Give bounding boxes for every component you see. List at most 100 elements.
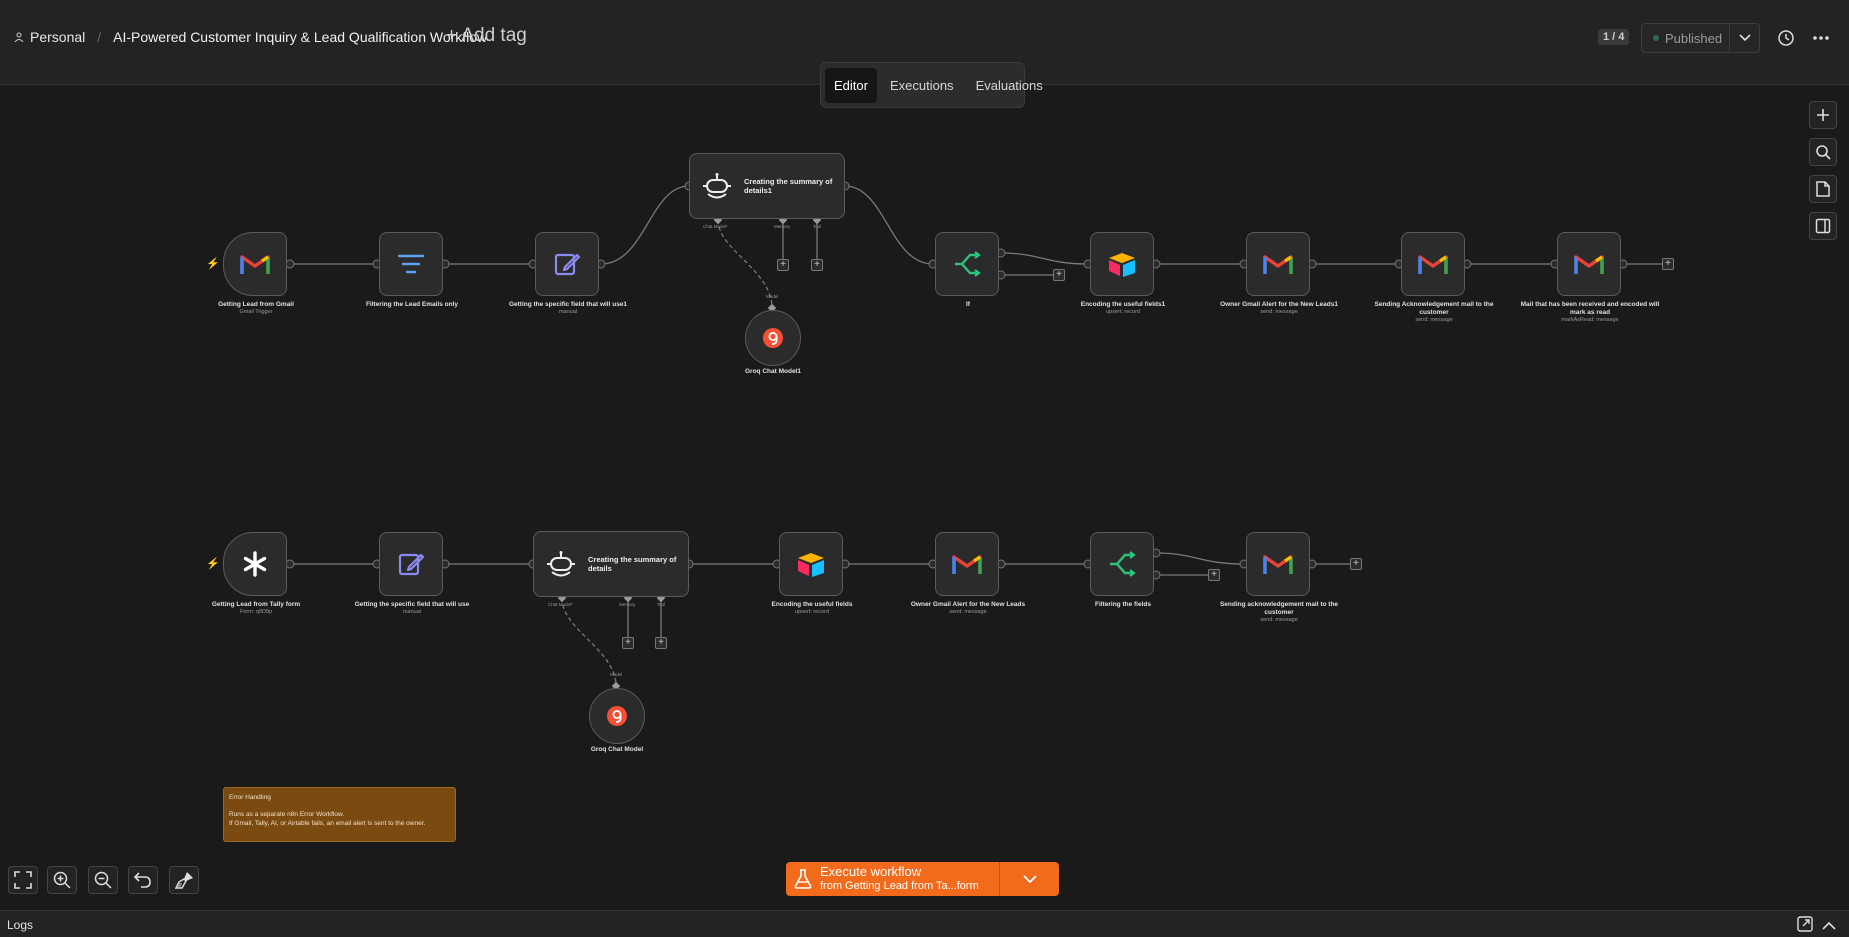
groq-icon bbox=[763, 328, 783, 348]
trigger-bolt-icon: ⚡ bbox=[206, 258, 220, 270]
gmail-icon bbox=[1574, 255, 1604, 274]
add-tool-button[interactable]: + bbox=[811, 259, 823, 271]
airtable-icon bbox=[1109, 253, 1135, 277]
node-label: Sending Acknowledgement mail to the cust… bbox=[1374, 301, 1494, 324]
gmail-icon bbox=[1263, 555, 1293, 574]
add-memory-button[interactable]: + bbox=[777, 259, 789, 271]
execute-options-dropdown[interactable] bbox=[999, 862, 1059, 896]
node-set-fields[interactable] bbox=[379, 532, 443, 596]
add-node-end-row2[interactable]: + bbox=[1350, 558, 1362, 570]
add-memory-button[interactable]: + bbox=[622, 637, 634, 649]
node-gmail-trigger[interactable] bbox=[223, 232, 287, 296]
node-label: Groq Chat Model bbox=[590, 746, 644, 753]
logs-label[interactable]: Logs bbox=[7, 918, 33, 932]
node-label: Getting Lead from Tally form Form: q9D9p bbox=[211, 601, 301, 616]
port-label-model: Model bbox=[766, 294, 779, 299]
undo-button[interactable] bbox=[128, 866, 158, 894]
tidy-up-button[interactable] bbox=[169, 866, 199, 894]
node-gmail-owner-alert-1[interactable] bbox=[1246, 232, 1310, 296]
node-label: Sending acknowledgement mail to the cust… bbox=[1219, 601, 1339, 624]
robot-icon bbox=[703, 173, 731, 199]
node-groq-chat-model[interactable] bbox=[589, 688, 645, 744]
add-node-end-row1[interactable]: + bbox=[1662, 258, 1674, 270]
port-label-memory: Memory bbox=[619, 602, 636, 607]
execute-label: Execute workflow bbox=[820, 864, 922, 880]
undo-icon bbox=[134, 872, 151, 888]
branch-icon bbox=[955, 251, 981, 277]
edit-icon bbox=[554, 253, 581, 276]
node-gmail-ack[interactable] bbox=[1246, 532, 1310, 596]
agent-title: Creating the summary of details1 bbox=[744, 177, 833, 195]
node-ai-agent[interactable]: Creating the summary of details bbox=[533, 531, 689, 597]
node-label: Getting Lead from Gmail Gmail Trigger bbox=[218, 301, 294, 316]
node-label: Encoding the useful fields1 upsert: recor… bbox=[1080, 301, 1166, 316]
node-label: Getting the specific field that will use… bbox=[354, 601, 470, 616]
node-label: Encoding the useful fields upsert: record bbox=[771, 601, 853, 616]
node-label: Owner Gmail Alert for the New Leads send:… bbox=[910, 601, 1026, 616]
port-label-memory: Memory bbox=[774, 224, 791, 229]
sticky-note-error-handling[interactable]: Error Handling Runs as a separate n8n Er… bbox=[223, 787, 456, 842]
node-label: Mail that has been received and encoded … bbox=[1520, 301, 1660, 324]
node-ai-agent-1[interactable]: Creating the summary of details1 bbox=[689, 153, 845, 219]
flask-icon bbox=[794, 869, 812, 889]
expand-logs-button[interactable] bbox=[1822, 918, 1836, 936]
node-filter-fields[interactable] bbox=[1090, 532, 1154, 596]
node-tally-trigger[interactable] bbox=[223, 532, 287, 596]
add-false-branch-button[interactable]: + bbox=[1053, 269, 1065, 281]
trigger-bolt-icon: ⚡ bbox=[206, 558, 220, 570]
zoom-in-icon bbox=[53, 871, 71, 889]
brush-icon bbox=[174, 872, 193, 889]
node-airtable-1[interactable] bbox=[1090, 232, 1154, 296]
port-label-model: Model bbox=[610, 672, 623, 677]
sticky-spacer bbox=[229, 802, 450, 810]
chevron-up-icon bbox=[1822, 921, 1836, 930]
zoom-out-icon bbox=[94, 871, 112, 889]
fullscreen-icon bbox=[14, 871, 32, 889]
port-label-tool: Tool bbox=[813, 224, 822, 229]
port-label-chat-model: Chat Model* bbox=[703, 224, 728, 229]
add-false-branch-button[interactable]: + bbox=[1208, 569, 1220, 581]
filter-icon bbox=[397, 254, 425, 274]
external-link-icon bbox=[1797, 916, 1813, 932]
node-gmail-mark-read[interactable] bbox=[1557, 232, 1621, 296]
port-label-tool: Tool bbox=[657, 602, 666, 607]
groq-icon bbox=[607, 706, 627, 726]
node-label: Groq Chat Model1 bbox=[745, 368, 801, 375]
node-label: Getting the specific field that will use… bbox=[508, 301, 628, 316]
zoom-out-button[interactable] bbox=[88, 866, 118, 894]
robot-icon bbox=[547, 551, 575, 577]
node-if[interactable] bbox=[935, 232, 999, 296]
edit-icon bbox=[398, 553, 425, 576]
node-gmail-ack-1[interactable] bbox=[1401, 232, 1465, 296]
execute-sub-label: from Getting Lead from Ta...form bbox=[820, 880, 979, 893]
node-label: Filtering the Lead Emails only bbox=[365, 301, 459, 308]
gmail-icon bbox=[952, 555, 982, 574]
branch-icon bbox=[1110, 551, 1136, 577]
gmail-icon bbox=[240, 255, 270, 274]
node-label: If bbox=[966, 301, 970, 308]
execute-workflow-button[interactable]: Execute workflow from Getting Lead from T… bbox=[786, 862, 999, 896]
node-label: Owner Gmail Alert for the New Leads1 send… bbox=[1220, 301, 1338, 316]
node-set-fields-1[interactable] bbox=[535, 232, 599, 296]
agent-title: Creating the summary of details bbox=[588, 555, 677, 573]
sticky-title: Error Handling bbox=[229, 794, 271, 801]
logs-bar[interactable]: Logs bbox=[0, 910, 1849, 937]
chevron-down-icon bbox=[1022, 874, 1037, 883]
node-groq-chat-model-1[interactable] bbox=[745, 310, 801, 366]
sticky-line: If Gmail, Tally, AI, or Airtable fails, … bbox=[229, 820, 426, 828]
node-airtable[interactable] bbox=[779, 532, 843, 596]
open-logs-button[interactable] bbox=[1797, 916, 1813, 937]
asterisk-icon bbox=[243, 551, 267, 577]
fit-view-button[interactable] bbox=[8, 866, 38, 894]
add-tool-button[interactable]: + bbox=[655, 637, 667, 649]
gmail-icon bbox=[1263, 255, 1293, 274]
node-filter-lead-emails[interactable] bbox=[379, 232, 443, 296]
airtable-icon bbox=[798, 553, 824, 577]
sticky-line: Runs as a separate n8n Error Workflow. bbox=[229, 811, 345, 819]
execute-workflow-control: Execute workflow from Getting Lead from T… bbox=[786, 862, 1059, 896]
zoom-in-button[interactable] bbox=[47, 866, 77, 894]
node-gmail-owner-alert[interactable] bbox=[935, 532, 999, 596]
node-label: Filtering the fields bbox=[1095, 601, 1151, 608]
gmail-icon bbox=[1418, 255, 1448, 274]
port-label-chat-model: Chat Model* bbox=[548, 602, 573, 607]
